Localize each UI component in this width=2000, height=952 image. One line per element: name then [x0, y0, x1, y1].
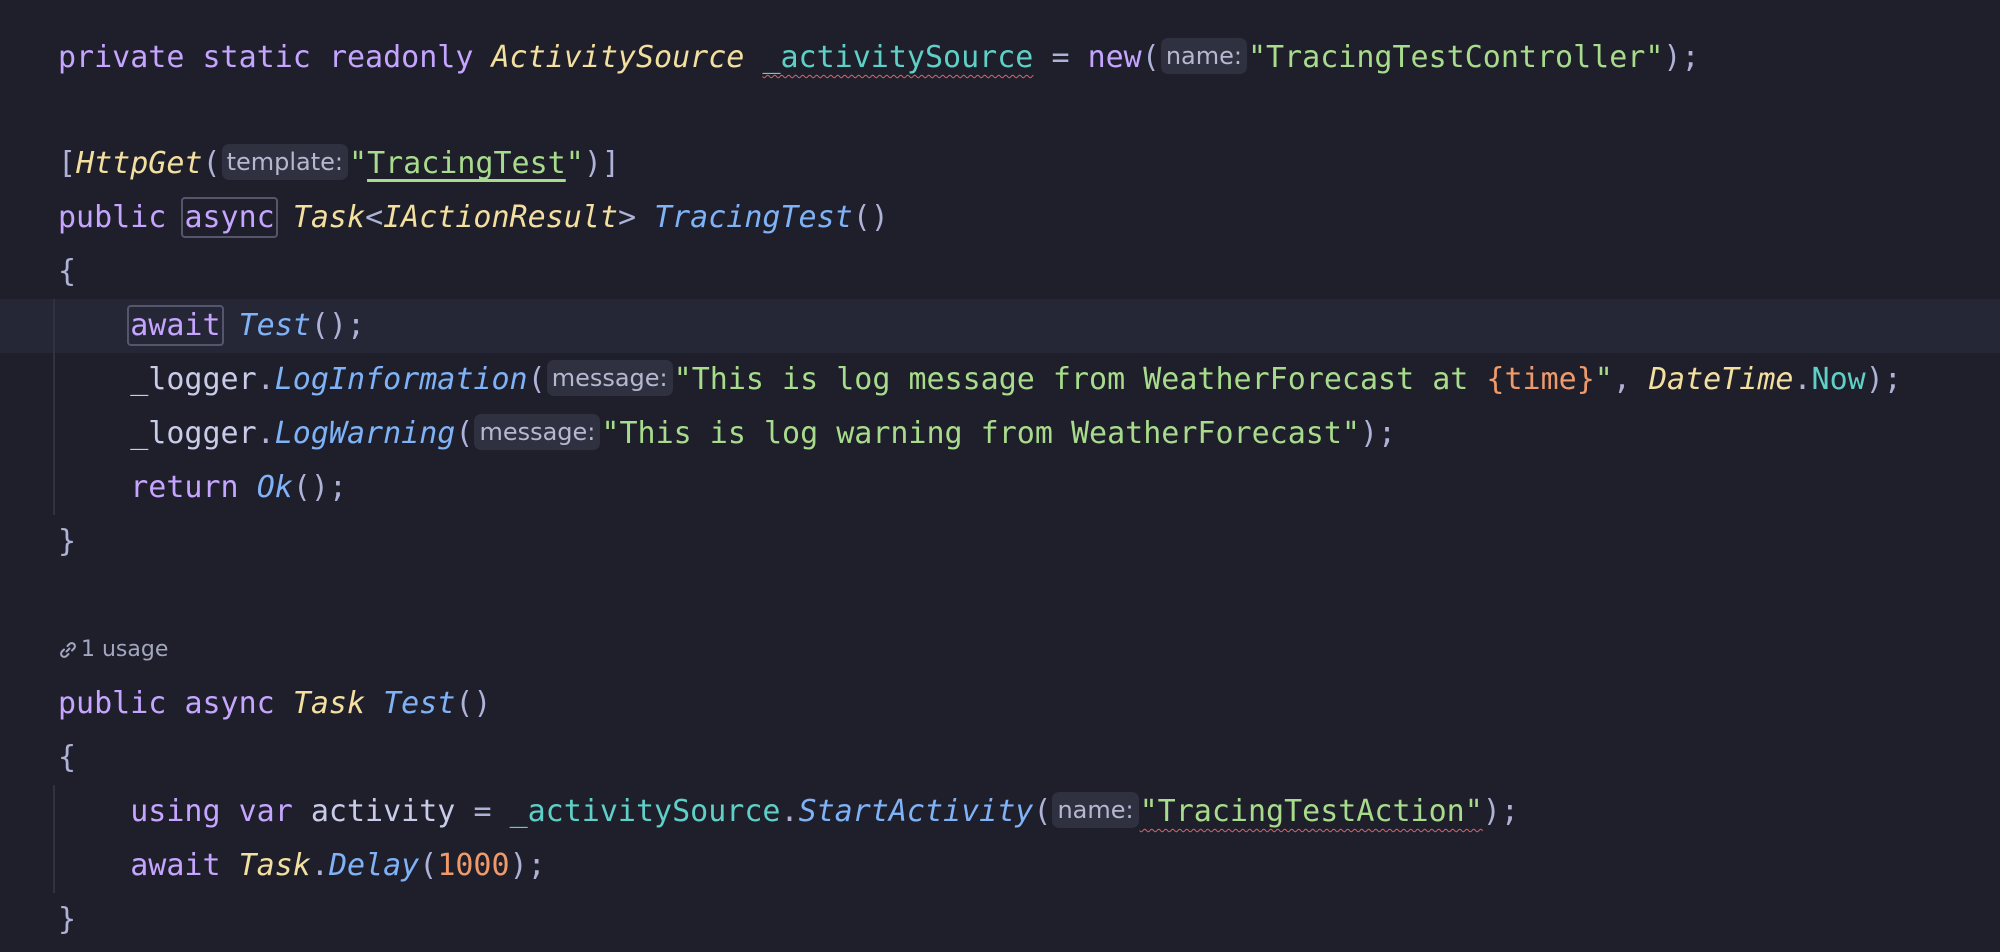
brace-close: }	[58, 902, 77, 937]
keyword-using: using	[130, 794, 221, 829]
link-icon	[60, 642, 76, 658]
type-activitysource: ActivitySource	[491, 40, 745, 75]
brace-open: {	[58, 740, 77, 775]
method-startactivity[interactable]: StartActivity	[799, 794, 1034, 829]
keyword-new: new	[1087, 40, 1142, 75]
code-line-14[interactable]: using var activity = _activitySource.Sta…	[0, 785, 2000, 839]
string-literal[interactable]: "TracingTestAction"	[1140, 794, 1483, 829]
string-literal: "This is log warning from WeatherForecas…	[601, 416, 1360, 451]
property-now: Now	[1811, 362, 1866, 397]
method-ok[interactable]: Ok	[257, 470, 293, 505]
number-literal: 1000	[437, 848, 510, 883]
type-task: Task	[238, 848, 311, 883]
method-test[interactable]: Test	[383, 686, 455, 721]
paren-close: );	[509, 848, 546, 883]
paren-open: (	[527, 362, 546, 397]
code-line-13[interactable]: {	[0, 731, 2000, 785]
attribute-httpget: HttpGet	[76, 146, 203, 181]
method-loginformation[interactable]: LogInformation	[275, 362, 528, 397]
type-task: Task	[292, 686, 366, 721]
keyword-await: await	[130, 848, 221, 883]
keyword-public: public	[58, 686, 167, 721]
dot: .	[310, 848, 329, 883]
parameter-hint-name: name:	[1160, 38, 1247, 74]
generic-open: <	[365, 200, 384, 235]
string-literal: "This is log message from WeatherForecas…	[673, 362, 1487, 397]
dot: .	[256, 416, 275, 451]
code-line-15[interactable]: await Task.Delay(1000);	[0, 839, 2000, 893]
brace-open: {	[58, 254, 77, 289]
keyword-static: static	[202, 40, 311, 75]
code-line-10[interactable]: }	[0, 515, 2000, 569]
string-quote: "	[349, 146, 368, 181]
code-line-16[interactable]: }	[0, 893, 2000, 947]
field-activitysource: _activitySource	[509, 794, 781, 829]
method-test-call[interactable]: Test	[239, 308, 311, 343]
code-line-4[interactable]: public async Task<IActionResult> Tracing…	[0, 191, 2000, 245]
dot: .	[1793, 362, 1812, 397]
dot: .	[256, 362, 275, 397]
usage-hint[interactable]: 1 usage	[58, 632, 168, 668]
code-line-5[interactable]: {	[0, 245, 2000, 299]
keyword-async-highlighted[interactable]: async	[181, 197, 278, 238]
field-logger: _logger	[130, 362, 257, 397]
keyword-return: return	[130, 470, 239, 505]
call-tail: ();	[310, 308, 366, 343]
keyword-readonly: readonly	[328, 40, 474, 75]
bracket-open: [	[58, 146, 77, 181]
parens: ()	[852, 200, 889, 235]
operator-assign: =	[473, 794, 492, 829]
method-delay[interactable]: Delay	[329, 848, 419, 883]
string-quote: "	[1594, 362, 1613, 397]
string-literal: "TracingTestController"	[1247, 40, 1664, 75]
bracket-close: )]	[583, 146, 620, 181]
paren-close: );	[1865, 362, 1902, 397]
usage-count-label: 1 usage	[81, 637, 169, 662]
paren-open: (	[1033, 794, 1052, 829]
string-quote: "	[565, 146, 584, 181]
paren-open: (	[1141, 40, 1160, 75]
parameter-hint-message: message:	[546, 360, 673, 396]
keyword-public: public	[58, 200, 167, 235]
code-line-12[interactable]: public async Task Test()	[0, 677, 2000, 731]
type-datetime: DateTime	[1648, 362, 1794, 397]
parameter-hint-message: message:	[474, 414, 601, 450]
parens: ()	[455, 686, 492, 721]
keyword-async: async	[184, 686, 275, 721]
comma: ,	[1612, 362, 1649, 397]
method-logwarning[interactable]: LogWarning	[275, 416, 456, 451]
code-line-6[interactable]: await Test();	[0, 299, 2000, 353]
generic-close: >	[617, 200, 636, 235]
code-line-8[interactable]: _logger.LogWarning(message: "This is log …	[0, 407, 2000, 461]
field-activitysource[interactable]: _activitySource	[762, 40, 1033, 75]
code-line-7[interactable]: _logger.LogInformation(message: "This is …	[0, 353, 2000, 407]
route-template-link[interactable]: TracingTest	[367, 146, 566, 181]
field-logger: _logger	[130, 416, 257, 451]
call-tail: ();	[292, 470, 347, 505]
keyword-var: var	[238, 794, 293, 829]
paren-open: (	[455, 416, 474, 451]
dot: .	[780, 794, 799, 829]
type-task: Task	[292, 200, 366, 235]
parameter-hint-template: template:	[221, 144, 348, 180]
keyword-await-highlighted[interactable]: await	[127, 305, 224, 346]
paren-open: (	[419, 848, 438, 883]
variable-activity: activity	[310, 794, 456, 829]
parameter-hint-name: name:	[1052, 792, 1139, 828]
code-editor[interactable]: private static readonly ActivitySource _…	[0, 0, 2000, 952]
code-line-3[interactable]: [HttpGet(template: "TracingTest")]	[0, 137, 2000, 191]
paren-close: );	[1663, 40, 1700, 75]
paren-close: );	[1359, 416, 1397, 451]
code-line-1[interactable]: private static readonly ActivitySource _…	[0, 31, 2000, 85]
method-tracingtest[interactable]: TracingTest	[654, 200, 853, 235]
paren-open: (	[202, 146, 221, 181]
paren-close: );	[1482, 794, 1519, 829]
code-line-9[interactable]: return Ok();	[0, 461, 2000, 515]
keyword-private: private	[58, 40, 185, 75]
type-iactionresult: IActionResult	[383, 200, 618, 235]
string-placeholder: {time}	[1486, 362, 1595, 397]
brace-close: }	[58, 524, 77, 559]
operator-assign: =	[1051, 40, 1070, 75]
